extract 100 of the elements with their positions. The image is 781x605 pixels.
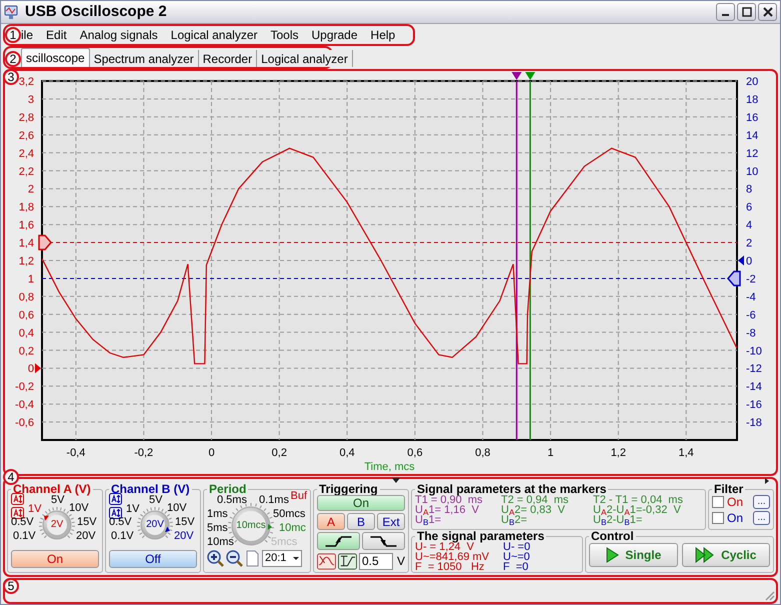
- filter-checkbox[interactable]: [712, 496, 724, 508]
- trigger-source-tab[interactable]: Ext: [377, 513, 405, 530]
- zoom-out-icon[interactable]: [226, 550, 243, 567]
- falling-edge-icon: [370, 536, 397, 546]
- knob-label[interactable]: 0.1V: [13, 531, 36, 542]
- single-run-button[interactable]: Single: [589, 543, 678, 567]
- trigger-level-field[interactable]: 0.5: [358, 552, 393, 570]
- menu-item[interactable]: Upgrade: [312, 26, 358, 44]
- knob-label[interactable]: 50mcs: [273, 509, 306, 520]
- menu-item[interactable]: Tools: [270, 26, 298, 44]
- filter-level-icon[interactable]: [338, 552, 357, 570]
- cyclic-run-button[interactable]: Cyclic: [682, 543, 770, 567]
- ratio-select[interactable]: 20:1: [262, 550, 302, 567]
- filter-settings-button[interactable]: ...: [753, 495, 770, 509]
- y-axis-label: 1,6: [18, 220, 34, 232]
- y-axis-label: 2,4: [18, 148, 34, 160]
- minimize-button[interactable]: [716, 3, 735, 21]
- knob-label[interactable]: 0.5V: [11, 517, 34, 528]
- knob-value: 10mcs: [236, 521, 266, 531]
- knob-label[interactable]: 15V: [175, 517, 195, 528]
- y-axis-label: 10: [746, 166, 758, 178]
- x-axis-label: 1,4: [678, 447, 694, 459]
- minimize-icon: [722, 14, 728, 16]
- y-axis-label: -0,4: [15, 399, 34, 412]
- zoom-in-icon[interactable]: [207, 550, 224, 567]
- level-marker-icon[interactable]: [38, 234, 52, 250]
- maximize-button[interactable]: [737, 3, 756, 21]
- buffer-label[interactable]: Buf: [290, 491, 307, 502]
- y-axis-label: -16: [746, 399, 762, 412]
- filter-label: On: [727, 496, 744, 508]
- waveform-icon[interactable]: [317, 552, 336, 570]
- y-axis-label: 1: [28, 273, 34, 286]
- marker-line[interactable]: [516, 81, 518, 440]
- knob-label[interactable]: 20V: [174, 531, 194, 542]
- tab[interactable]: scilloscope: [21, 48, 90, 67]
- menu-item[interactable]: ile: [21, 26, 34, 44]
- x-axis-label: -0,2: [134, 447, 154, 459]
- x-axis-label: 0,8: [475, 447, 490, 459]
- channel-mode-icon[interactable]: [11, 507, 24, 519]
- rising-edge-button[interactable]: [317, 532, 360, 550]
- parameter-text: F = 1050 Hz: [415, 562, 486, 572]
- annotation-number: 4: [3, 469, 19, 485]
- filter-label: On: [727, 512, 744, 524]
- y-axis-label: -10: [746, 345, 762, 358]
- parameter-text: F =0: [503, 562, 530, 572]
- knob-label[interactable]: 0.5V: [109, 517, 132, 528]
- y-axis-label: 2,8: [18, 112, 34, 124]
- resize-grip-icon[interactable]: [763, 589, 775, 601]
- group-title: Channel A (V): [12, 483, 92, 495]
- falling-edge-button[interactable]: [362, 532, 405, 550]
- y-axis-label: -8: [746, 327, 756, 340]
- trigger-source-tab[interactable]: B: [347, 513, 375, 530]
- knob-pointer: [44, 516, 49, 521]
- group-title: Filter: [713, 483, 744, 495]
- oscilloscope-icon: [4, 4, 20, 20]
- knob-label[interactable]: 10ms: [207, 537, 234, 548]
- marker-line[interactable]: [529, 81, 531, 440]
- channel-mode-icon[interactable]: [109, 507, 122, 519]
- close-button[interactable]: [758, 3, 777, 21]
- trigger-toggle-button[interactable]: On: [317, 495, 405, 511]
- knob-label[interactable]: 1V: [126, 504, 140, 515]
- y-axis-label: -0,6: [15, 417, 34, 430]
- parameter-text: U- = 1,24 V: [415, 542, 474, 552]
- knob-label[interactable]: 20V: [76, 531, 96, 542]
- menu-item[interactable]: Edit: [46, 26, 67, 44]
- y-axis-label: 6: [746, 202, 752, 214]
- y-axis-label: 2: [746, 238, 752, 250]
- knob-label[interactable]: 10V: [69, 503, 89, 514]
- knob-pointer: [165, 526, 170, 532]
- x-axis-title: Time, mcs: [364, 461, 415, 473]
- knob-label[interactable]: 1ms: [207, 509, 228, 520]
- menu-item[interactable]: Help: [370, 26, 396, 44]
- level-marker-icon[interactable]: [727, 270, 741, 286]
- knob-value: 2V: [50, 520, 64, 530]
- knob-label[interactable]: 10mc: [279, 523, 306, 534]
- knob-label[interactable]: 0.1ms: [259, 495, 289, 506]
- y-axis-label: 0: [28, 363, 34, 376]
- menu-item[interactable]: Logical analyzer: [170, 26, 258, 44]
- y-axis-label: 12: [746, 148, 758, 160]
- y-axis-label: 3: [28, 94, 34, 106]
- knob-label[interactable]: 5V: [149, 495, 162, 506]
- filter-checkbox[interactable]: [712, 512, 724, 524]
- y-axis-label: 18: [746, 94, 758, 106]
- parameter-text: U~=0: [503, 552, 531, 562]
- y-axis-label: 1,4: [18, 238, 34, 250]
- knob-label[interactable]: 1V: [28, 504, 42, 515]
- y-axis-label: -4: [746, 291, 756, 304]
- y-axis-label: 2,6: [18, 130, 34, 142]
- knob-label[interactable]: 15V: [77, 517, 97, 528]
- knob-label[interactable]: 0.5ms: [217, 495, 247, 506]
- knob-label[interactable]: 10V: [167, 503, 187, 514]
- x-axis-label: 0,2: [272, 447, 287, 459]
- channel-toggle-button[interactable]: Off: [109, 550, 197, 568]
- filter-settings-button[interactable]: ...: [753, 511, 770, 525]
- knob-pointer: [268, 524, 272, 530]
- knob-label[interactable]: 5ms: [207, 523, 228, 534]
- channel-mode-icon[interactable]: [109, 493, 122, 505]
- menu-item[interactable]: Analog signals: [80, 26, 158, 44]
- knob-label[interactable]: 5V: [51, 495, 64, 506]
- knob-label[interactable]: 0.1V: [111, 531, 134, 542]
